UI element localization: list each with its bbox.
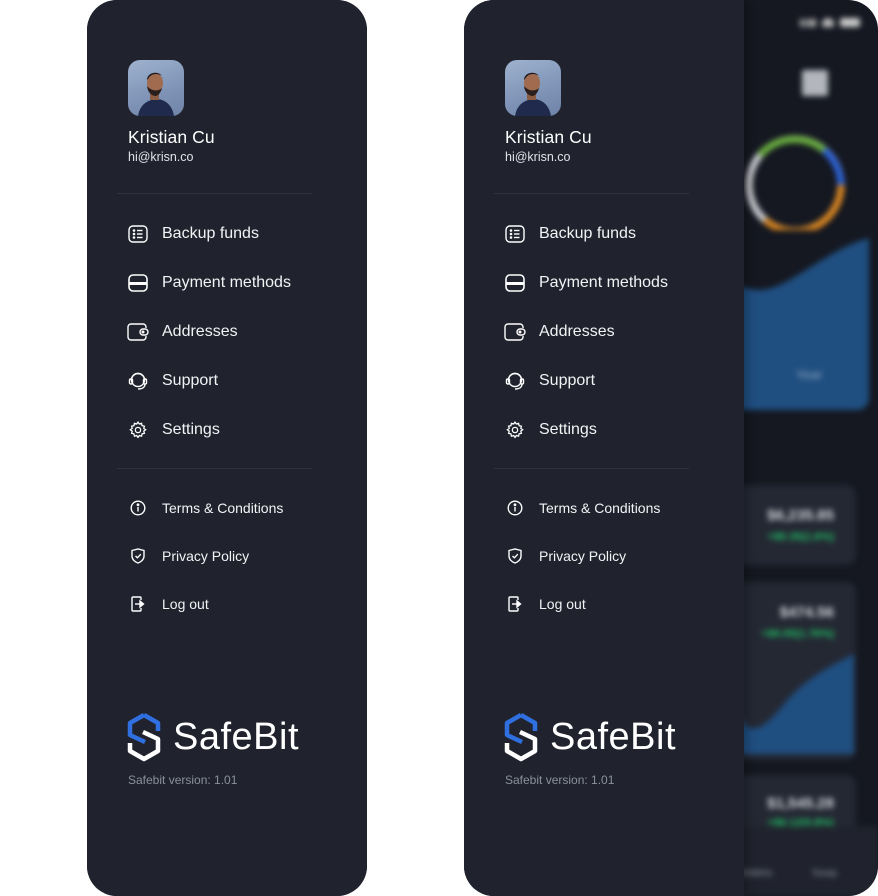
menu-item-label: Settings: [539, 421, 597, 438]
brand-logo: SafeBit: [504, 712, 676, 762]
brand-name: SafeBit: [173, 715, 300, 758]
shield-check-icon: [127, 545, 149, 567]
menu-item-label: Backup funds: [162, 225, 259, 242]
menu-item-log-out[interactable]: Log out: [504, 592, 586, 616]
phone-frame-left: Kristian Cu hi@krisn.co Backup funds Pay…: [87, 0, 367, 896]
menu-item-settings[interactable]: Settings: [127, 418, 220, 442]
menu-item-label: Log out: [539, 596, 586, 612]
user-name: Kristian Cu: [505, 127, 592, 147]
user-name: Kristian Cu: [128, 127, 215, 147]
safebit-logo-icon: [504, 713, 538, 762]
divider: [494, 193, 689, 194]
shield-check-icon: [504, 545, 526, 567]
divider: [117, 468, 312, 469]
menu-item-support[interactable]: Support: [127, 369, 218, 393]
portfolio-donut-chart: [745, 135, 845, 235]
list-icon: [504, 223, 526, 245]
menu-item-terms[interactable]: Terms & Conditions: [504, 496, 660, 520]
card-icon: [504, 272, 526, 294]
headset-icon: [127, 370, 149, 392]
avatar[interactable]: [128, 60, 184, 116]
divider: [117, 193, 312, 194]
coin-price: $1,545.28: [767, 795, 834, 812]
logout-icon: [127, 593, 149, 615]
menu-item-label: Privacy Policy: [162, 548, 250, 564]
donut-segment-blue: [821, 147, 845, 186]
menu-item-label: Log out: [162, 596, 209, 612]
navigation-drawer: Kristian Cu hi@krisn.co Backup funds Pay…: [87, 0, 367, 896]
donut-segment-green: [757, 135, 827, 158]
status-bar: [800, 18, 860, 27]
coin-change: +$0.35(1.6%): [767, 531, 834, 543]
coin-price: $6,235.85: [767, 507, 834, 524]
battery-icon: [840, 18, 860, 27]
menu-item-privacy-policy[interactable]: Privacy Policy: [504, 544, 626, 568]
menu-item-label: Payment methods: [539, 274, 668, 291]
menu-item-addresses[interactable]: Addresses: [127, 320, 238, 344]
menu-item-label: Privacy Policy: [539, 548, 627, 564]
menu-item-label: Addresses: [162, 323, 238, 340]
menu-item-addresses[interactable]: Addresses: [504, 320, 615, 344]
safebit-logo-icon: [127, 713, 161, 762]
info-icon: [504, 497, 526, 519]
wallet-icon: [127, 321, 149, 343]
menu-item-backup-funds[interactable]: Backup funds: [504, 222, 636, 246]
card-icon: [127, 272, 149, 294]
coin-change: +$0.05(1.76%): [761, 628, 834, 640]
logout-icon: [504, 593, 526, 615]
tab-swap[interactable]: Swap: [812, 868, 837, 879]
menu-item-label: Support: [539, 372, 596, 389]
menu-item-label: Payment methods: [162, 274, 291, 291]
menu-item-label: Backup funds: [539, 225, 636, 242]
menu-item-label: Terms & Conditions: [539, 500, 661, 516]
menu-item-label: Addresses: [539, 323, 615, 340]
brand-logo: SafeBit: [127, 712, 299, 762]
donut-segment-orange: [762, 184, 845, 235]
wifi-icon: [822, 18, 834, 27]
navigation-drawer: Kristian Cu hi@krisn.co Backup funds Pay…: [464, 0, 744, 896]
divider: [494, 468, 689, 469]
menu-item-settings[interactable]: Settings: [504, 418, 597, 442]
menu-item-payment-methods[interactable]: Payment methods: [127, 271, 291, 295]
user-email: hi@krisn.co: [505, 150, 571, 164]
headset-icon: [504, 370, 526, 392]
info-icon: [127, 497, 149, 519]
menu-item-privacy-policy[interactable]: Privacy Policy: [127, 544, 249, 568]
gear-icon: [127, 419, 149, 441]
menu-item-label: Settings: [162, 421, 220, 438]
coin-price: $474.56: [779, 604, 834, 621]
menu-item-label: Support: [162, 372, 219, 389]
qr-code-icon[interactable]: [802, 70, 828, 96]
tab-wallets[interactable]: Wallets: [740, 868, 772, 879]
app-version: Safebit version: 1.01: [505, 773, 615, 787]
menu-item-support[interactable]: Support: [504, 369, 595, 393]
gear-icon: [504, 419, 526, 441]
menu-item-label: Terms & Conditions: [162, 500, 284, 516]
app-version: Safebit version: 1.01: [128, 773, 238, 787]
avatar[interactable]: [505, 60, 561, 116]
signal-icon: [800, 19, 816, 27]
menu-item-backup-funds[interactable]: Backup funds: [127, 222, 259, 246]
menu-item-terms[interactable]: Terms & Conditions: [127, 496, 283, 520]
list-icon: [127, 223, 149, 245]
wallet-icon: [504, 321, 526, 343]
brand-name: SafeBit: [550, 715, 677, 758]
phone-frame-right: Year $6,235.85 +$0.35(1.6%) $474.56 +$0.…: [464, 0, 878, 896]
user-email: hi@krisn.co: [128, 150, 194, 164]
menu-item-log-out[interactable]: Log out: [127, 592, 209, 616]
menu-item-payment-methods[interactable]: Payment methods: [504, 271, 668, 295]
period-label: Year: [796, 367, 823, 382]
